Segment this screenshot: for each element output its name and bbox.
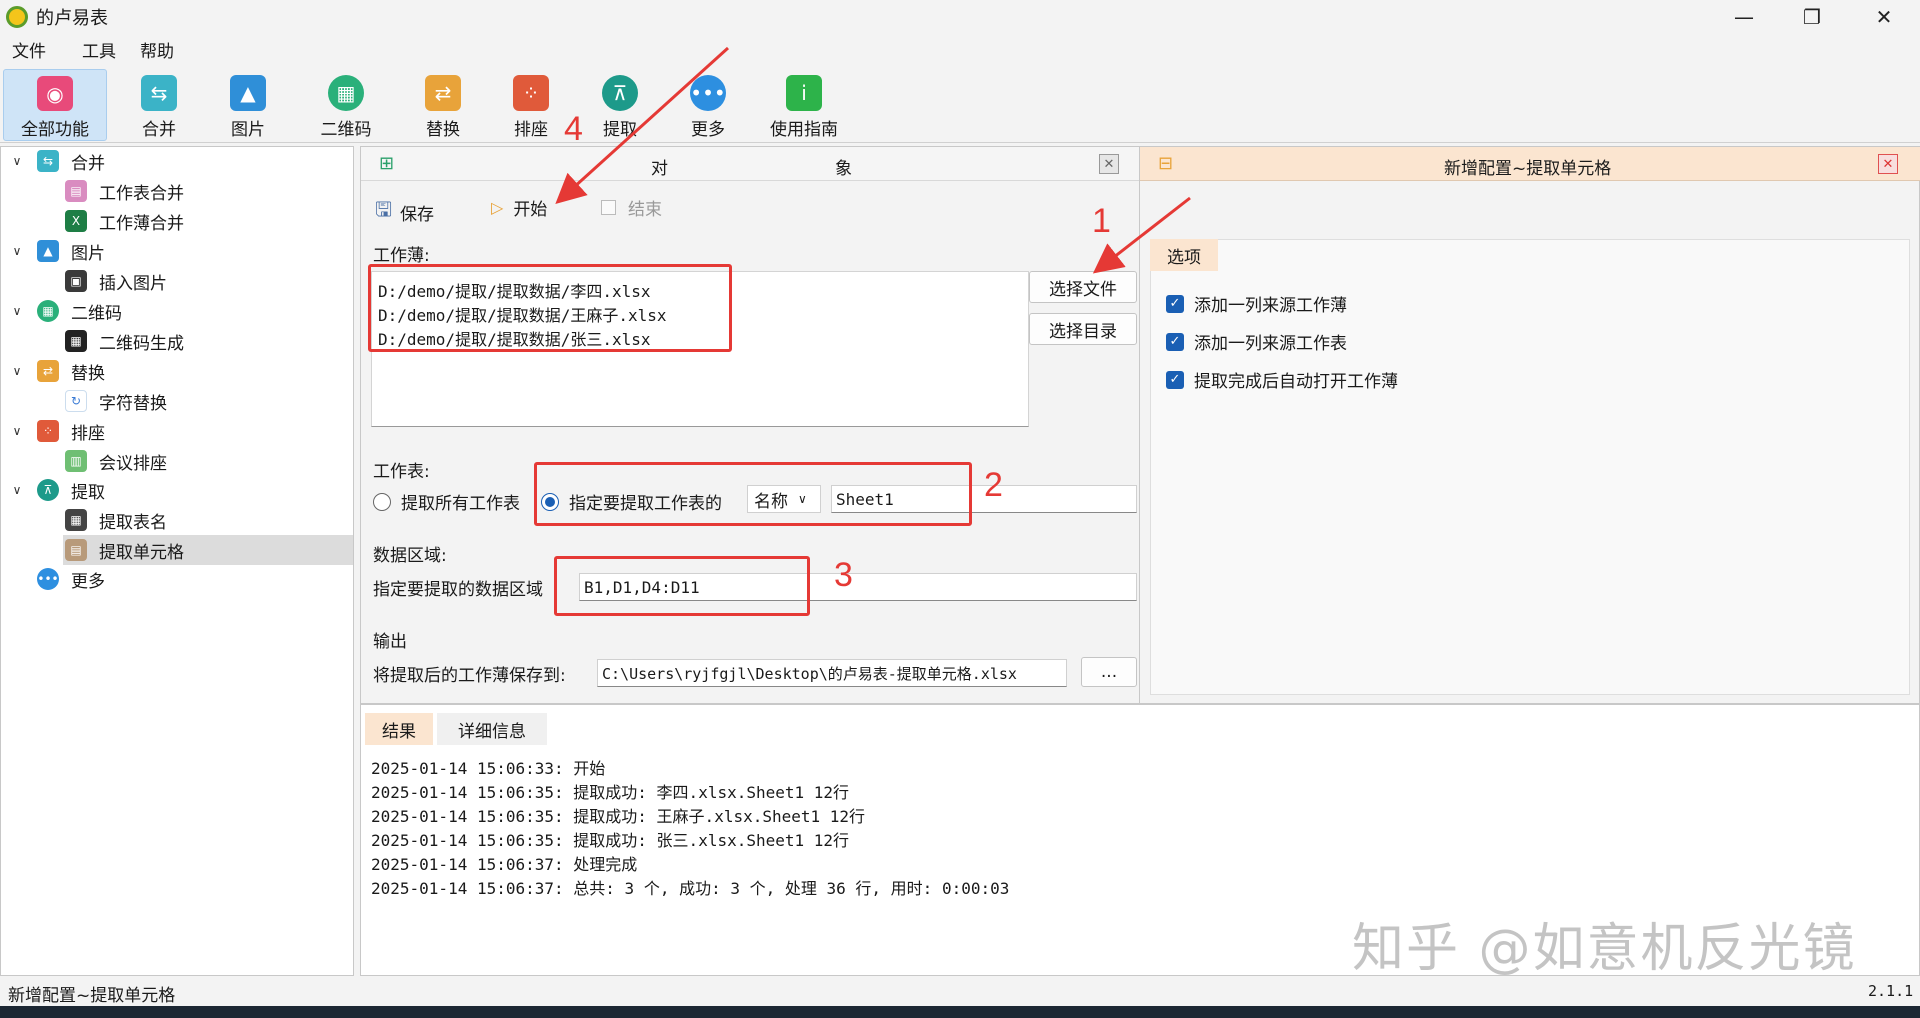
watermark-text: 知乎 @如意机反光镜 [1352,919,1857,979]
log-line: 2025-01-14 15:06:33: 开始 [371,759,606,778]
log-line: 2025-01-14 15:06:37: 处理完成 [371,855,638,874]
version-label: 2.1.1 [1868,982,1914,1000]
tab-details[interactable]: 详细信息 [437,713,547,745]
annotation-arrow-4 [555,46,730,205]
tab-result[interactable]: 结果 [365,713,433,745]
log-line: 2025-01-14 15:06:37: 总共: 3 个, 成功: 3 个, 处… [371,879,1010,898]
annotation-arrow-1 [1092,196,1191,274]
log-line: 2025-01-14 15:06:35: 提取成功: 李四.xlsx.Sheet… [371,783,850,802]
log-line: 2025-01-14 15:06:35: 提取成功: 张三.xlsx.Sheet… [371,831,850,850]
status-bar: 新增配置~提取单元格 2.1.1 [0,978,1920,1006]
taskbar-strip [0,1006,1920,1018]
log-line: 2025-01-14 15:06:35: 提取成功: 王麻子.xlsx.Shee… [371,807,866,826]
status-text: 新增配置~提取单元格 [8,986,176,1006]
